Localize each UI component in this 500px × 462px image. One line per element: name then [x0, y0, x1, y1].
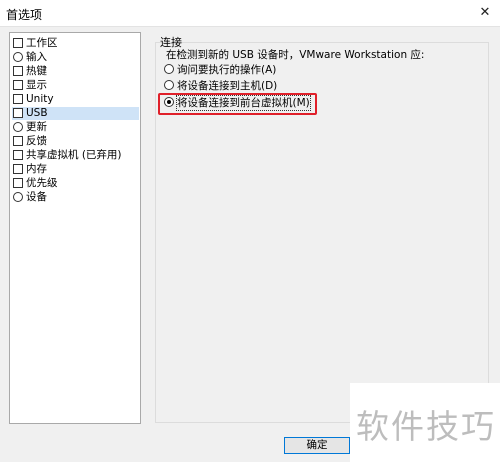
radio-circle[interactable] — [164, 80, 174, 90]
category-list[interactable]: 工作区 输入 热键 显示 Unity USB 更新 反馈 共享虚拟机 (已弃用)… — [9, 32, 141, 424]
close-icon[interactable]: ✕ — [476, 4, 494, 22]
nav-item-updates[interactable]: 更新 — [12, 121, 139, 134]
nav-item-unity[interactable]: Unity — [12, 93, 139, 106]
nav-item-label: 内存 — [26, 163, 47, 175]
annotation-highlight-box — [158, 93, 317, 115]
title-bar: 首选项 ✕ — [0, 0, 500, 27]
nav-item-label: Unity — [26, 93, 54, 105]
nav-item-priority[interactable]: 优先级 — [12, 177, 139, 190]
nav-item-label: 显示 — [26, 79, 47, 91]
workspace-icon — [13, 38, 23, 48]
nav-item-label: 更新 — [26, 121, 47, 133]
nav-item-shared-vms[interactable]: 共享虚拟机 (已弃用) — [12, 149, 139, 162]
nav-item-feedback[interactable]: 反馈 — [12, 135, 139, 148]
ok-button[interactable]: 确定 — [284, 437, 350, 454]
nav-item-hotkeys[interactable]: 热键 — [12, 65, 139, 78]
nav-item-devices[interactable]: 设备 — [12, 191, 139, 204]
devices-icon — [13, 192, 23, 202]
nav-item-label: 设备 — [26, 191, 47, 203]
nav-item-label: 共享虚拟机 (已弃用) — [26, 149, 122, 161]
priority-icon — [13, 178, 23, 188]
nav-item-label: 工作区 — [26, 37, 58, 49]
nav-item-display[interactable]: 显示 — [12, 79, 139, 92]
unity-icon — [13, 94, 23, 104]
nav-item-workspace[interactable]: 工作区 — [12, 37, 139, 50]
nav-item-label: 反馈 — [26, 135, 47, 147]
input-icon — [13, 52, 23, 62]
usb-connection-description: 在检测到新的 USB 设备时，VMware Workstation 应: — [166, 49, 425, 61]
radio-label[interactable]: 将设备连接到主机(D) — [177, 79, 277, 93]
nav-item-label: 输入 — [26, 51, 47, 63]
radio-circle[interactable] — [164, 64, 174, 74]
display-icon — [13, 80, 23, 90]
nav-item-memory[interactable]: 内存 — [12, 163, 139, 176]
radio-label[interactable]: 询问要执行的操作(A) — [177, 63, 276, 77]
watermark-text: 软件技巧 — [356, 407, 496, 446]
nav-item-label: 热键 — [26, 65, 47, 77]
usb-icon — [13, 108, 23, 118]
nav-item-input[interactable]: 输入 — [12, 51, 139, 64]
nav-item-usb[interactable]: USB — [12, 107, 139, 120]
hotkey-icon — [13, 66, 23, 76]
nav-item-label: USB — [26, 107, 48, 119]
memory-icon — [13, 164, 23, 174]
nav-item-label: 优先级 — [26, 177, 58, 189]
window-title: 首选项 — [6, 8, 43, 22]
feedback-icon — [13, 136, 23, 146]
update-icon — [13, 122, 23, 132]
shared-vm-icon — [13, 150, 23, 160]
